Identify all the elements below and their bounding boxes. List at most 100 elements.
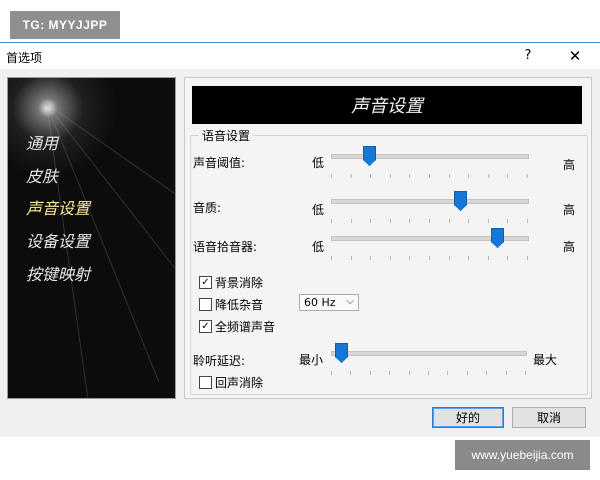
slider-tick: [351, 174, 352, 178]
slider-tick: [351, 256, 352, 260]
slider-tick: [409, 174, 410, 178]
frequency-select[interactable]: 60 Hz ⌵: [299, 294, 359, 311]
pickup-slider[interactable]: [331, 228, 529, 264]
slider-max-pickup: 高: [563, 240, 576, 254]
slider-track[interactable]: [331, 154, 529, 159]
slider-thumb[interactable]: [363, 146, 376, 166]
slider-max-latency: 最大: [533, 353, 558, 367]
slider-tick: [525, 371, 526, 375]
slider-tick: [370, 174, 371, 178]
slider-tick: [428, 371, 429, 375]
checkbox-label: 背景消除: [215, 276, 264, 290]
watermark-top: TG: MYYJJPP: [10, 11, 120, 39]
slider-tick: [409, 219, 410, 223]
checkbox-label: 降低杂音: [215, 298, 264, 312]
checkbox-box[interactable]: [199, 298, 212, 311]
close-button[interactable]: ✕: [562, 45, 588, 67]
slider-tick: [429, 174, 430, 178]
window-title: 首选项: [6, 51, 43, 65]
slider-max-threshold: 高: [563, 158, 576, 172]
slider-tick: [331, 371, 332, 375]
nav-item-skin[interactable]: 皮肤: [26, 163, 58, 187]
slider-tick: [507, 174, 508, 178]
slider-tick: [527, 219, 528, 223]
slider-tick: [488, 256, 489, 260]
checkbox-box[interactable]: ✓: [199, 320, 212, 333]
slider-tick: [488, 174, 489, 178]
slider-tick: [527, 174, 528, 178]
slider-tick: [429, 219, 430, 223]
title-bar: 首选项 ? ✕: [0, 43, 600, 69]
section-banner: 声音设置: [192, 86, 582, 124]
slider-label-threshold: 声音阈值:: [193, 156, 246, 170]
slider-track[interactable]: [331, 199, 529, 204]
ok-button[interactable]: 好的: [432, 407, 504, 428]
slider-tick: [331, 256, 332, 260]
slider-min-threshold: 低: [312, 156, 325, 170]
slider-tick: [351, 219, 352, 223]
slider-label-pickup: 语音拾音器:: [193, 240, 258, 254]
slider-tick: [409, 256, 410, 260]
slider-tick: [370, 219, 371, 223]
slider-tick: [506, 371, 507, 375]
nav-panel: 通用 皮肤 声音设置 设备设置 按键映射: [7, 77, 176, 399]
chevron-down-icon: ⌵: [346, 296, 354, 307]
cancel-button[interactable]: 取消: [512, 407, 586, 428]
slider-tick: [447, 371, 448, 375]
slider-tick: [331, 219, 332, 223]
slider-tick: [468, 256, 469, 260]
slider-tick: [468, 219, 469, 223]
slider-tick: [370, 256, 371, 260]
slider-min-pickup: 低: [312, 240, 325, 254]
checkbox-label: 回声消除: [215, 376, 264, 390]
checkbox-noise-reduction[interactable]: 降低杂音: [199, 296, 263, 313]
voice-settings-group: 语音设置 声音阈值: 低 高 音质: 低 高 语音拾音器: 低 高 ✓ 背景消除: [190, 127, 588, 395]
slider-tick: [486, 371, 487, 375]
slider-tick: [409, 371, 410, 375]
nav-item-general[interactable]: 通用: [26, 130, 58, 154]
slider-tick: [527, 256, 528, 260]
settings-area: 声音设置 语音设置 声音阈值: 低 高 音质: 低 高 语音拾音器: 低 高 ✓…: [184, 77, 592, 399]
nav-item-sound-settings[interactable]: 声音设置: [26, 195, 90, 219]
slider-min-quality: 低: [312, 203, 325, 217]
slider-label-quality: 音质:: [193, 201, 222, 215]
slider-tick: [449, 219, 450, 223]
slider-tick: [331, 174, 332, 178]
select-value: 60 Hz: [304, 296, 336, 309]
slider-tick: [507, 256, 508, 260]
slider-tick: [390, 174, 391, 178]
slider-tick: [389, 371, 390, 375]
slider-tick: [350, 371, 351, 375]
checkbox-background-removal[interactable]: ✓ 背景消除: [199, 274, 263, 291]
slider-tick: [507, 219, 508, 223]
checkbox-echo-cancellation[interactable]: 回声消除: [199, 374, 263, 391]
slider-tick: [390, 256, 391, 260]
checkbox-label: 全频谱声音: [215, 320, 276, 334]
slider-tick: [449, 174, 450, 178]
preferences-dialog: 首选项 ? ✕ 通用 皮肤 声音设置 设备设置 按键映射 声音设置 语音设置 声…: [0, 42, 600, 437]
group-title: 语音设置: [199, 127, 254, 144]
slider-max-quality: 高: [563, 203, 576, 217]
checkbox-box[interactable]: [199, 376, 212, 389]
slider-thumb[interactable]: [335, 343, 348, 363]
slider-label-latency: 聆听延迟:: [193, 354, 246, 368]
help-button[interactable]: ?: [517, 45, 539, 67]
quality-slider[interactable]: [331, 191, 529, 227]
slider-track[interactable]: [331, 351, 527, 356]
slider-tick: [370, 371, 371, 375]
slider-tick: [488, 219, 489, 223]
slider-thumb[interactable]: [491, 228, 504, 248]
checkbox-box[interactable]: ✓: [199, 276, 212, 289]
slider-tick: [468, 174, 469, 178]
slider-thumb[interactable]: [454, 191, 467, 211]
latency-slider[interactable]: [331, 343, 527, 379]
slider-tick: [449, 256, 450, 260]
nav-item-device-settings[interactable]: 设备设置: [26, 228, 90, 252]
threshold-slider[interactable]: [331, 146, 529, 182]
nav-item-key-mapping[interactable]: 按键映射: [26, 261, 90, 285]
slider-min-latency: 最小: [299, 353, 324, 367]
checkbox-full-spectrum[interactable]: ✓ 全频谱声音: [199, 318, 275, 335]
watermark-bottom: www.yuebeijia.com: [455, 440, 590, 470]
slider-tick: [467, 371, 468, 375]
slider-tick: [390, 219, 391, 223]
